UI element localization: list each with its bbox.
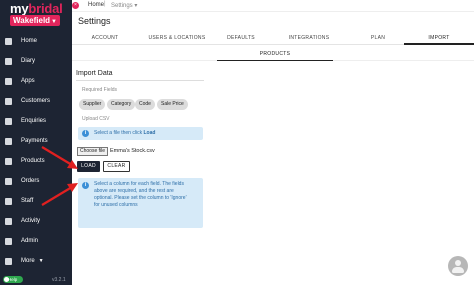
user-avatar[interactable]: [448, 256, 468, 276]
chevron-down-icon: ▼: [51, 19, 57, 25]
help-toggle[interactable]: Help: [3, 276, 23, 283]
sidebar-item-orders[interactable]: Orders: [0, 172, 72, 190]
sidebar-item-enquiries[interactable]: Enquiries: [0, 112, 72, 130]
sidebar-item-payments[interactable]: Payments: [0, 132, 72, 150]
home-icon: [5, 37, 12, 45]
breadcrumb-home[interactable]: Home: [88, 2, 104, 8]
load-button[interactable]: LOAD: [77, 161, 100, 172]
tab-users-locations[interactable]: USERS & LOCATIONS: [138, 31, 216, 45]
sidebar-item-home[interactable]: Home: [0, 32, 72, 50]
sidebar-item-more[interactable]: More ▼: [0, 252, 72, 270]
divider: [76, 80, 204, 81]
tab-plan[interactable]: PLAN: [352, 31, 404, 45]
upload-csv-label: Upload CSV: [82, 116, 110, 122]
choose-file-button[interactable]: Choose file: [77, 147, 108, 156]
sidebar-item-activity[interactable]: Activity: [0, 212, 72, 230]
sidebar-item-admin[interactable]: Admin: [0, 232, 72, 250]
field-chip-code: Code: [135, 99, 155, 110]
clear-button[interactable]: CLEAR: [103, 161, 130, 172]
chevron-down-icon: ▼: [38, 258, 44, 264]
users-icon: [5, 97, 12, 105]
breadcrumb-settings[interactable]: Settings ▾: [111, 2, 137, 9]
subtab-products[interactable]: PRODUCTS: [217, 47, 333, 61]
sidebar-item-diary[interactable]: Diary: [0, 52, 72, 70]
selected-file-name: Emma's Stock.csv: [110, 148, 155, 154]
top-bar: × Home | Settings ▾: [72, 0, 474, 12]
apps-icon: [5, 77, 12, 85]
settings-tabs: ACCOUNT USERS & LOCATIONS DEFAULTS INTEG…: [72, 31, 474, 45]
required-fields-label: Required Fields: [82, 87, 118, 93]
more-icon: [5, 257, 12, 265]
select-file-info: i Select a file then click Load: [78, 127, 203, 140]
calendar-icon: [5, 57, 12, 65]
tab-import[interactable]: IMPORT: [404, 31, 474, 45]
close-icon[interactable]: ×: [72, 2, 79, 9]
cart-icon: [5, 177, 12, 185]
info-icon: i: [82, 182, 89, 189]
sidebar-item-apps[interactable]: Apps: [0, 72, 72, 90]
version-label: v3.2.1: [52, 277, 66, 283]
sidebar: mybridal Wakefield▼ Home Diary Apps Cust…: [0, 0, 72, 285]
venue-selector[interactable]: Wakefield▼: [10, 15, 60, 26]
import-subtabs: PRODUCTS: [72, 47, 474, 61]
envelope-icon: [5, 117, 12, 125]
tab-integrations[interactable]: INTEGRATIONS: [266, 31, 352, 45]
breadcrumb-separator: |: [104, 1, 106, 7]
info-icon: i: [82, 130, 89, 137]
sidebar-item-staff[interactable]: Staff: [0, 192, 72, 210]
field-chip-supplier: Supplier: [79, 99, 106, 110]
column-mapping-info: i Select a column for each field. The fi…: [78, 178, 203, 228]
card-icon: [5, 137, 12, 145]
staff-icon: [5, 197, 12, 205]
tab-account[interactable]: ACCOUNT: [72, 31, 138, 45]
page-title: Settings: [78, 16, 111, 26]
sidebar-item-customers[interactable]: Customers: [0, 92, 72, 110]
tag-icon: [5, 157, 12, 165]
activity-icon: [5, 217, 12, 225]
field-chip-sale-price: Sale Price: [157, 99, 188, 110]
tab-defaults[interactable]: DEFAULTS: [216, 31, 266, 45]
import-data-title: Import Data: [76, 70, 113, 77]
column-mapping-text: Select a column for each field. The fiel…: [94, 181, 187, 208]
sidebar-item-products[interactable]: Products: [0, 152, 72, 170]
brand-logo[interactable]: mybridal: [10, 1, 63, 16]
admin-icon: [5, 237, 12, 245]
field-chip-category: Category: [107, 99, 136, 110]
